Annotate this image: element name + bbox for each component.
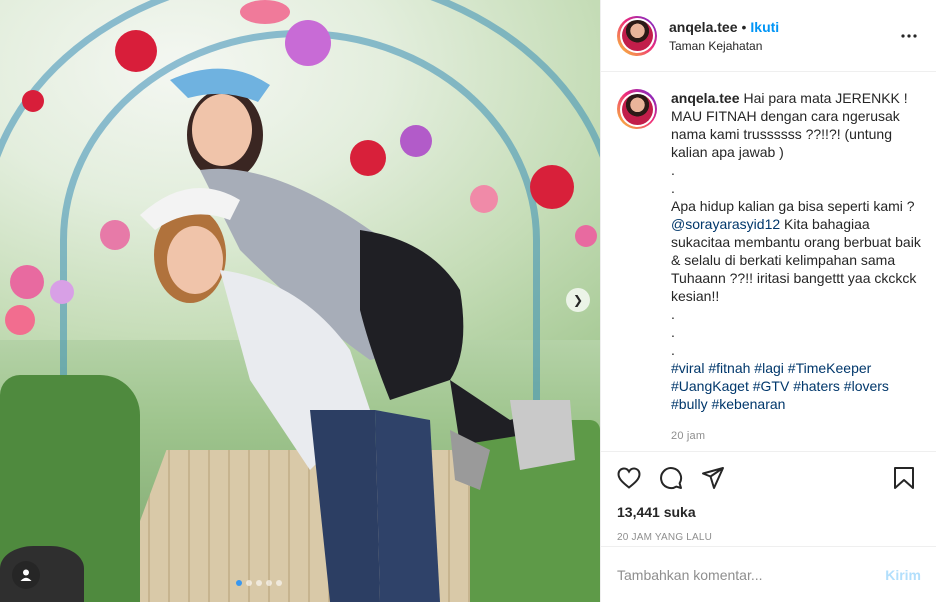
hashtag-link[interactable]: #TimeKeeper — [788, 360, 872, 376]
avatar-border — [619, 91, 655, 127]
hashtag-link[interactable]: #fitnah — [708, 360, 750, 376]
hashtag-link[interactable]: #GTV — [753, 378, 790, 394]
post-sidebar: anqela.tee • Ikuti Taman Kejahatan anqel… — [600, 0, 936, 602]
bookmark-icon — [894, 467, 914, 489]
action-icons — [617, 462, 921, 494]
header-text: anqela.tee • Ikuti Taman Kejahatan — [669, 19, 897, 53]
carousel-dot — [276, 580, 282, 586]
flower — [240, 0, 290, 24]
people-illustration — [140, 68, 575, 602]
caption-dot: . — [671, 306, 675, 322]
heart-icon — [617, 467, 641, 489]
hashtag-link[interactable]: #viral — [671, 360, 704, 376]
caption-dot: . — [671, 162, 675, 178]
comment-button[interactable] — [659, 464, 687, 492]
follow-button[interactable]: Ikuti — [750, 19, 779, 35]
separator: • — [741, 18, 747, 35]
caption-text-2a: Apa hidup kalian ga bisa seperti kami ? — [671, 198, 915, 214]
share-button[interactable] — [701, 464, 729, 492]
like-count[interactable]: 13,441 suka — [617, 504, 921, 520]
send-icon — [702, 467, 724, 489]
caption-username[interactable]: anqela.tee — [671, 90, 739, 106]
post-timestamp[interactable]: 20 JAM YANG LALU — [617, 532, 921, 543]
carousel-dot — [236, 580, 242, 586]
more-horizontal-icon — [901, 33, 917, 38]
like-button[interactable] — [617, 464, 645, 492]
caption-paragraph-2: Apa hidup kalian ga bisa seperti kami ? … — [671, 197, 921, 305]
post-comment-button[interactable]: Kirim — [885, 567, 921, 583]
post-actions: 13,441 suka 20 JAM YANG LALU — [601, 451, 936, 543]
carousel-dot — [256, 580, 262, 586]
username-link[interactable]: anqela.tee — [669, 19, 737, 35]
post-photo[interactable]: ❯ — [0, 0, 600, 602]
save-button[interactable] — [893, 464, 921, 492]
caption-line: anqela.tee Hai para mata JERENKK ! MAU FI… — [671, 89, 921, 161]
carousel-dots — [236, 580, 282, 586]
profile-avatar[interactable] — [617, 15, 657, 56]
location-link[interactable]: Taman Kejahatan — [669, 39, 897, 53]
user-tag-button[interactable] — [12, 561, 40, 589]
mention-link[interactable]: @sorayarasyid12 — [671, 216, 780, 232]
flower — [5, 305, 35, 335]
caption-dot: . — [671, 342, 675, 358]
hashtag-link[interactable]: #bully — [671, 396, 708, 412]
avatar-border — [619, 18, 655, 53]
flower — [50, 280, 74, 304]
hashtag-link[interactable]: #lagi — [754, 360, 784, 376]
comment-icon — [660, 467, 683, 490]
add-comment-form: Kirim — [601, 546, 936, 602]
avatar-image — [621, 20, 653, 51]
hashtag-link[interactable]: #lovers — [844, 378, 889, 394]
user-tag-icon — [20, 569, 32, 581]
more-options-button[interactable] — [897, 24, 921, 48]
hashtag-link[interactable]: #kebenaran — [711, 396, 785, 412]
next-photo-button[interactable]: ❯ — [566, 288, 590, 312]
caption-dot: . — [671, 324, 675, 340]
caption-avatar[interactable] — [617, 89, 657, 129]
hashtag-list: #viral #fitnah #lagi #TimeKeeper #UangKa… — [671, 359, 921, 413]
carousel-dot — [266, 580, 272, 586]
header-line: anqela.tee • Ikuti — [669, 19, 897, 35]
hashtag-link[interactable]: #haters — [793, 378, 840, 394]
flower — [10, 265, 44, 299]
flower — [100, 220, 130, 250]
carousel-dot — [246, 580, 252, 586]
post-header: anqela.tee • Ikuti Taman Kejahatan — [601, 0, 936, 72]
caption-dot: . — [671, 180, 675, 196]
caption-text: anqela.tee Hai para mata JERENKK ! MAU FI… — [671, 89, 921, 445]
comments-section: anqela.tee Hai para mata JERENKK ! MAU FI… — [601, 73, 936, 451]
chevron-right-icon: ❯ — [572, 293, 584, 307]
caption-time[interactable]: 20 jam — [671, 427, 921, 445]
comment-input[interactable] — [617, 566, 886, 583]
avatar-image — [621, 93, 653, 125]
caption: anqela.tee Hai para mata JERENKK ! MAU FI… — [617, 89, 921, 445]
hashtag-link[interactable]: #UangKaget — [671, 378, 749, 394]
flower — [22, 90, 44, 112]
